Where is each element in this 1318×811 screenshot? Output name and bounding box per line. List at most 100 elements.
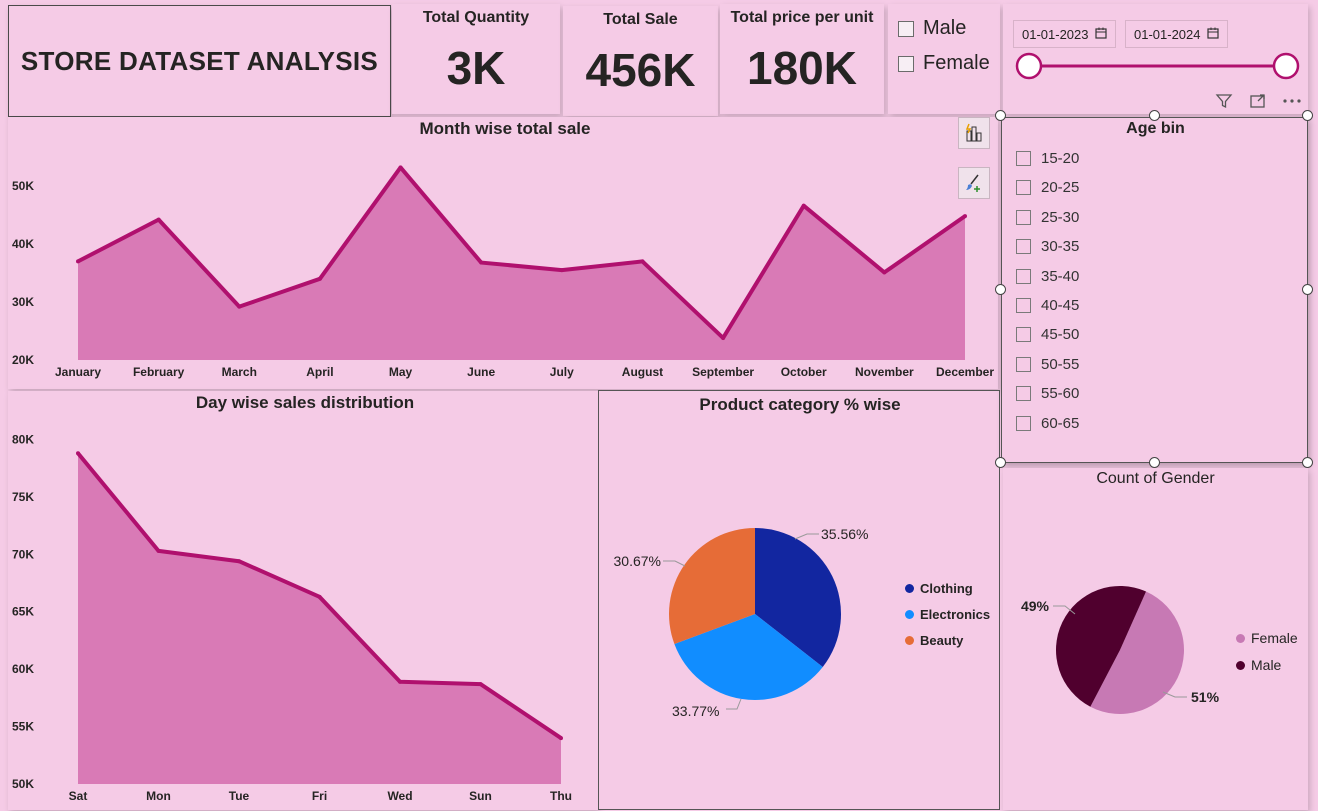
legend-item-beauty[interactable]: Beauty: [905, 633, 963, 648]
gender-count-card[interactable]: Count of Gender 51% 49% Female Male: [1003, 468, 1308, 810]
age-bin-option[interactable]: 35-40: [1016, 268, 1079, 285]
resize-handle[interactable]: [995, 284, 1006, 295]
data-point[interactable]: [76, 451, 80, 456]
data-point[interactable]: [640, 259, 645, 264]
focus-mode-icon[interactable]: [1244, 87, 1272, 115]
kpi-total-price-per-unit[interactable]: Total price per unit 180K: [720, 4, 884, 114]
legend-label: Clothing: [920, 581, 973, 596]
data-point[interactable]: [76, 259, 80, 264]
checkbox[interactable]: [1016, 327, 1031, 343]
age-bin-option[interactable]: 15-20: [1016, 150, 1079, 167]
data-point[interactable]: [398, 165, 403, 170]
resize-handle[interactable]: [995, 110, 1006, 121]
resize-handle[interactable]: [1302, 457, 1313, 468]
x-tick-label: April: [306, 365, 333, 379]
data-point[interactable]: [317, 276, 322, 281]
area-fill: [78, 167, 965, 360]
x-tick-label: Fri: [312, 789, 327, 803]
age-bin-option[interactable]: 25-30: [1016, 209, 1079, 226]
insights-icon[interactable]: [958, 117, 990, 149]
age-bin-label: 25-30: [1041, 208, 1080, 226]
report-title: STORE DATASET ANALYSIS: [20, 45, 379, 76]
data-point[interactable]: [237, 559, 241, 564]
legend-item-clothing[interactable]: Clothing: [905, 581, 973, 596]
date-end-input[interactable]: 01-01-2024: [1125, 20, 1228, 48]
x-tick-label: February: [133, 365, 185, 379]
data-point[interactable]: [398, 679, 402, 684]
x-tick-label: November: [855, 365, 914, 379]
product-category-card[interactable]: Product category % wise 35.56% 33.77% 30.6…: [598, 390, 1000, 810]
legend-marker: [905, 584, 914, 593]
format-brush-icon[interactable]: [958, 167, 990, 199]
checkbox[interactable]: [1016, 239, 1031, 255]
age-bin-option[interactable]: 20-25: [1016, 179, 1079, 196]
month-sales-card[interactable]: Month wise total sale January February Mar…: [8, 117, 998, 389]
data-point[interactable]: [559, 736, 563, 741]
legend-label: Female: [1251, 630, 1298, 646]
x-tick-label: August: [622, 365, 663, 379]
slicer-option-male[interactable]: Male: [898, 17, 966, 40]
legend-item-male[interactable]: Male: [1236, 657, 1281, 673]
age-bin-option[interactable]: 40-45: [1016, 297, 1079, 314]
y-tick-label: 40K: [12, 237, 34, 251]
data-point[interactable]: [237, 304, 242, 309]
data-point[interactable]: [479, 260, 484, 265]
checkbox[interactable]: [1016, 386, 1031, 402]
date-range-slider[interactable]: [1003, 48, 1308, 84]
legend-label: Electronics: [920, 607, 991, 622]
checkbox[interactable]: [1016, 415, 1031, 431]
age-bin-label: 30-35: [1041, 238, 1080, 256]
checkbox[interactable]: [1016, 151, 1031, 166]
age-bin-option[interactable]: 50-55: [1016, 356, 1079, 373]
legend-item-female[interactable]: Female: [1236, 630, 1298, 646]
checkbox[interactable]: [1016, 356, 1031, 372]
gender-slicer: Male Female: [888, 4, 1000, 114]
age-bin-label: 15-20: [1041, 150, 1080, 167]
kpi-total-sale[interactable]: Total Sale 456K: [563, 6, 718, 116]
legend-item-electronics[interactable]: Electronics: [905, 607, 990, 622]
resize-handle[interactable]: [1302, 284, 1313, 295]
slicer-option-female[interactable]: Female: [898, 52, 990, 75]
checkbox[interactable]: [1016, 298, 1031, 313]
calendar-icon[interactable]: [1206, 27, 1219, 42]
resize-handle[interactable]: [1149, 457, 1160, 468]
leader-line: [663, 560, 686, 567]
age-bin-option[interactable]: 45-50: [1016, 326, 1079, 343]
day-sales-card[interactable]: Day wise sales distribution Sat Mon Tue Fri…: [8, 391, 598, 810]
resize-handle[interactable]: [995, 457, 1006, 468]
data-point[interactable]: [478, 682, 483, 687]
data-point[interactable]: [801, 203, 806, 208]
more-options-icon[interactable]: [1278, 87, 1306, 115]
data-point[interactable]: [156, 548, 161, 553]
data-point[interactable]: [156, 217, 161, 222]
checkbox[interactable]: [898, 20, 914, 37]
calendar-icon[interactable]: [1094, 27, 1107, 42]
age-bin-option[interactable]: 60-65: [1016, 415, 1079, 432]
filter-icon[interactable]: [1210, 87, 1238, 115]
data-point[interactable]: [882, 270, 887, 275]
slider-handle-end[interactable]: [1272, 52, 1300, 80]
checkbox[interactable]: [1016, 209, 1031, 225]
y-tick-label: 75K: [12, 490, 34, 504]
date-start-input[interactable]: 01-01-2023: [1013, 20, 1116, 48]
x-tick-label: Sat: [69, 789, 88, 803]
checkbox[interactable]: [898, 55, 914, 72]
data-point[interactable]: [317, 594, 322, 599]
x-tick-label: March: [222, 365, 257, 379]
kpi-total-quantity[interactable]: Total Quantity 3K: [392, 4, 560, 114]
month-sales-chart[interactable]: January February March April May June July Augu…: [8, 117, 998, 389]
data-point[interactable]: [963, 214, 967, 219]
resize-handle[interactable]: [1149, 110, 1160, 121]
legend-marker: [1236, 633, 1245, 643]
resize-handle[interactable]: [1302, 110, 1313, 121]
age-bin-option[interactable]: 30-35: [1016, 238, 1079, 255]
checkbox[interactable]: [1016, 180, 1031, 196]
day-sales-chart[interactable]: Sat Mon Tue Fri Wed Sun Thu 50K 55K 60K 65K 70K 75K 8…: [8, 391, 598, 810]
data-point[interactable]: [559, 268, 564, 273]
slider-handle-start[interactable]: [1015, 52, 1043, 80]
checkbox[interactable]: [1016, 268, 1031, 284]
data-point[interactable]: [721, 335, 726, 340]
x-tick-label: Wed: [387, 789, 412, 803]
product-category-pie[interactable]: 35.56% 33.77% 30.67%: [599, 391, 1001, 811]
age-bin-option[interactable]: 55-60: [1016, 385, 1079, 402]
